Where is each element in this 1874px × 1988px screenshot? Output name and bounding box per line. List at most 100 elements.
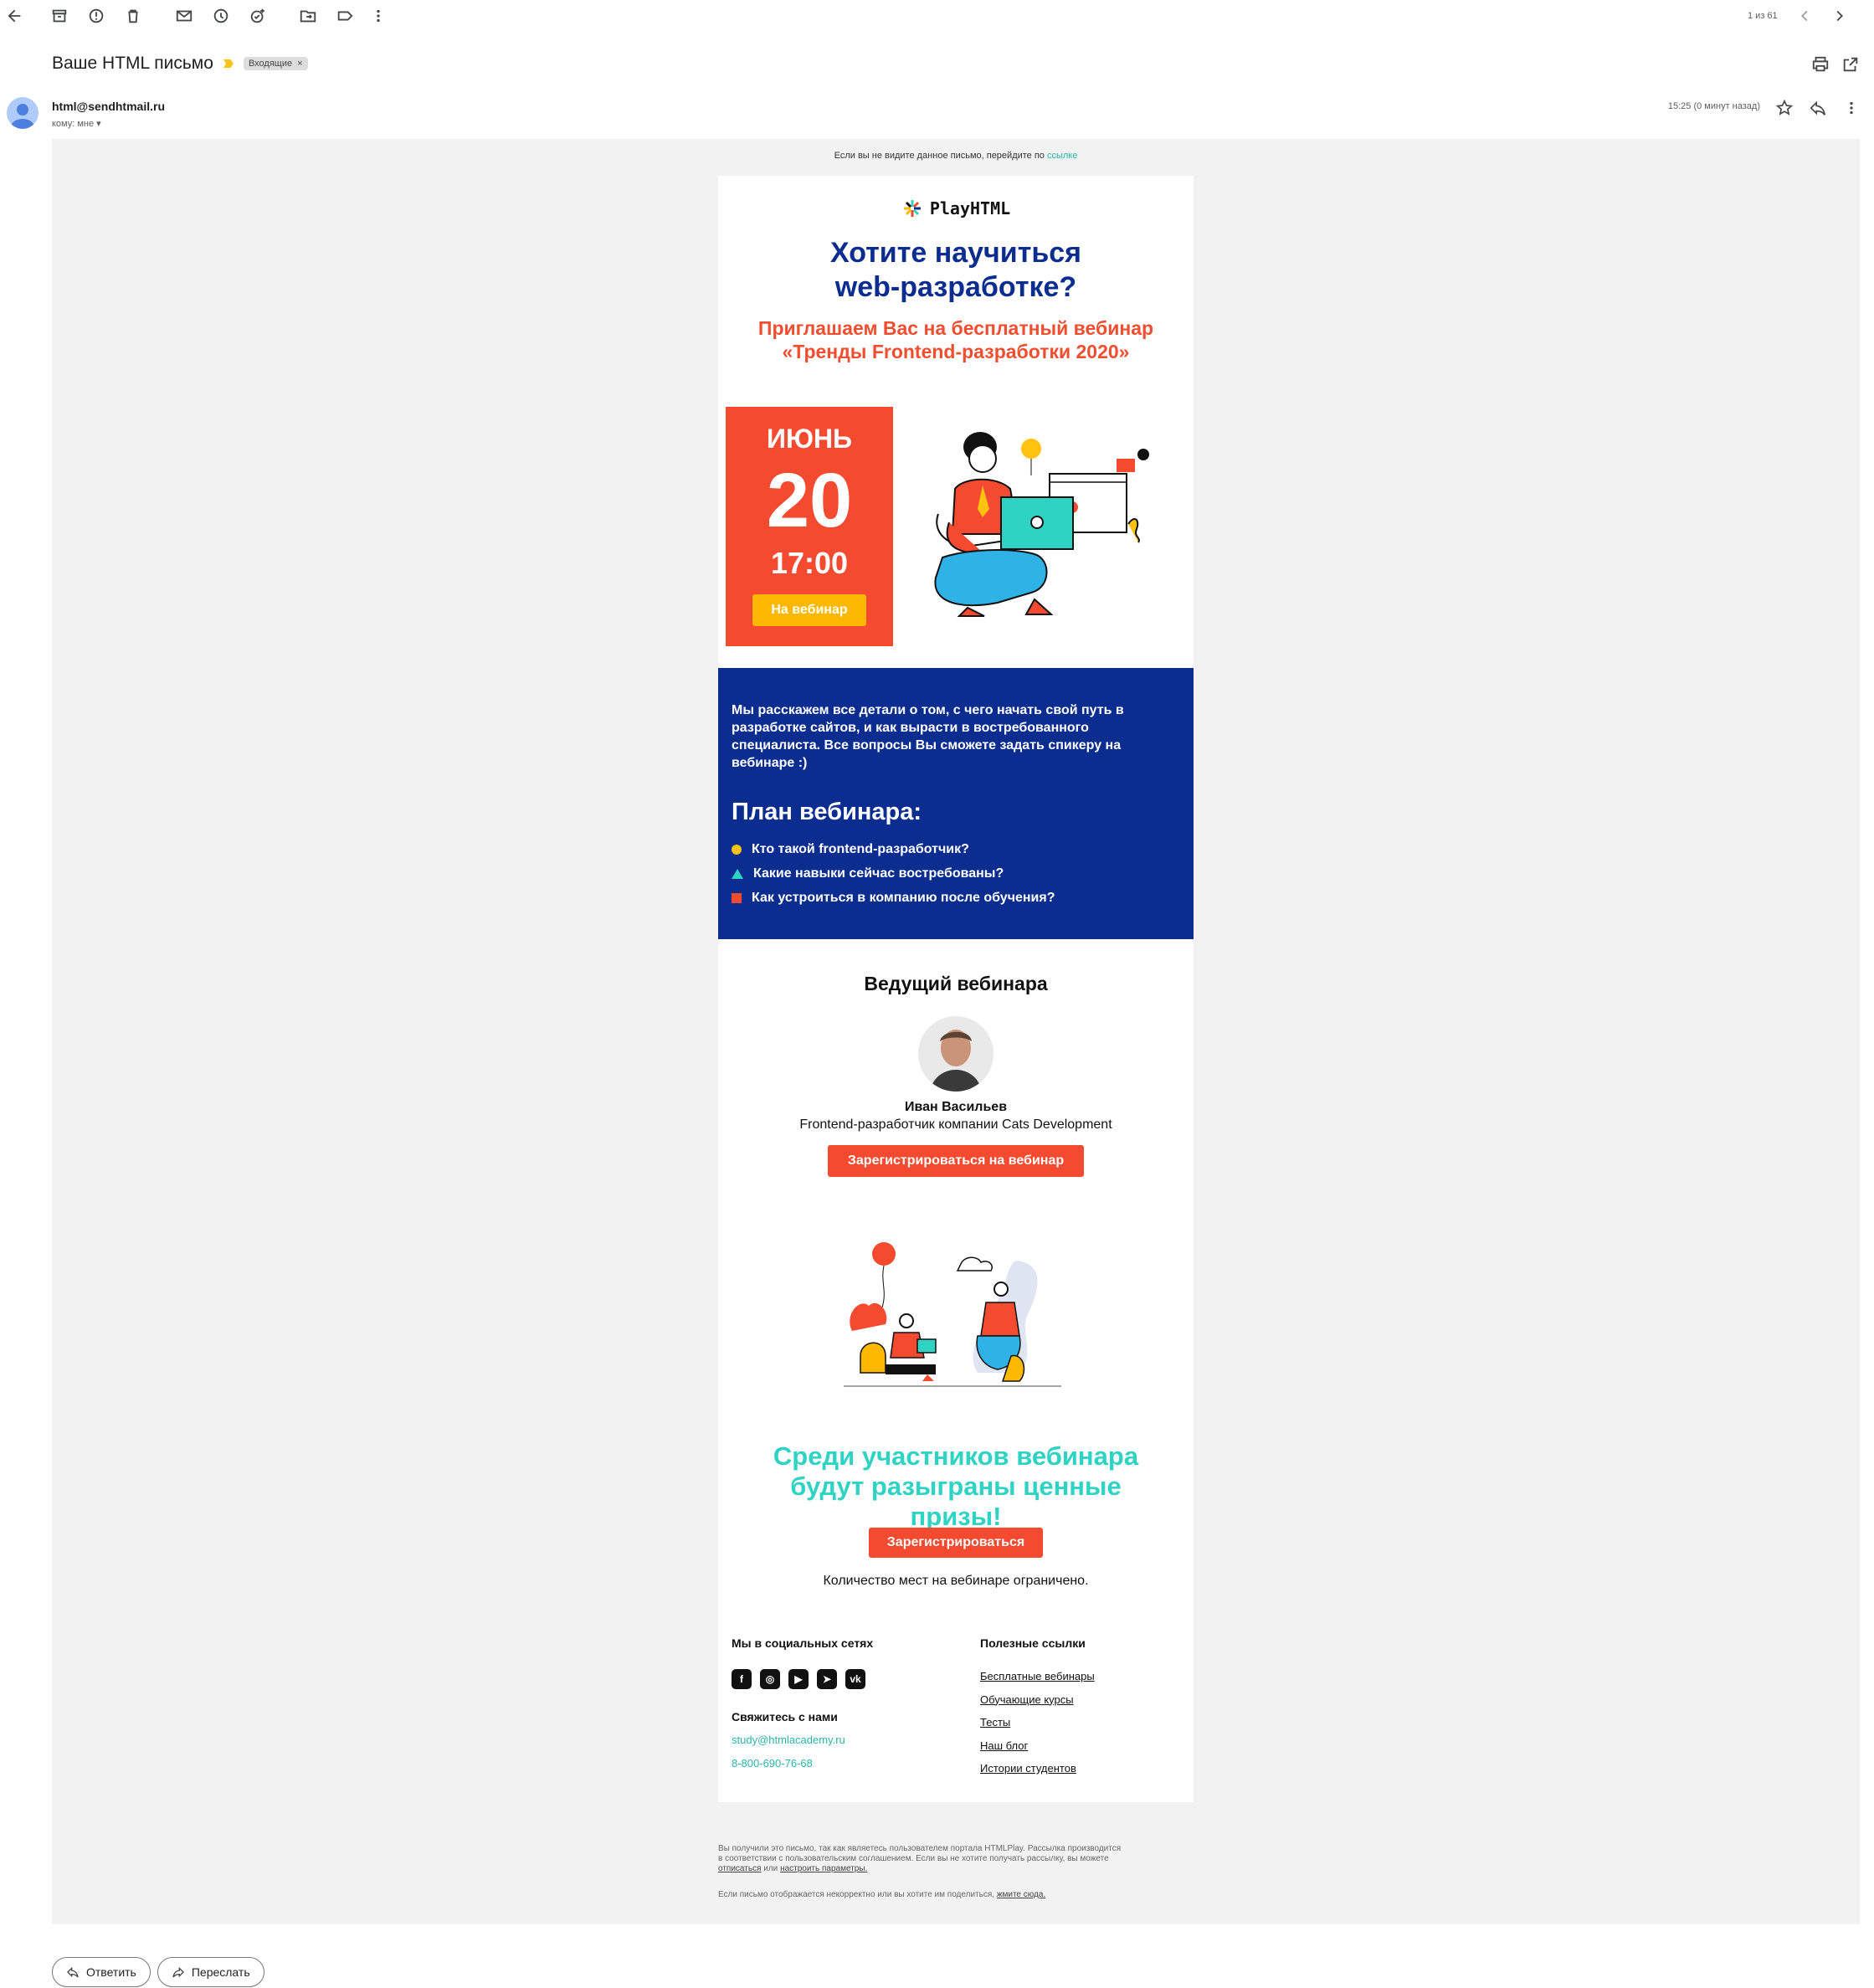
date-time: 17:00 xyxy=(770,546,849,580)
chevron-left-icon[interactable] xyxy=(1793,3,1818,28)
reply-label: Ответить xyxy=(86,1965,136,1979)
back-arrow-icon[interactable] xyxy=(2,3,27,28)
caret-down-icon[interactable]: ▾ xyxy=(96,119,101,129)
triangle-bullet-icon xyxy=(732,868,743,879)
prize-announcement: Среди участников вебинара будут разыгран… xyxy=(773,1441,1139,1531)
sender-avatar[interactable] xyxy=(7,97,39,129)
host-photo xyxy=(918,1016,993,1092)
plan-item-text: Какие навыки сейчас востребованы? xyxy=(753,866,1004,881)
remove-label-icon[interactable]: × xyxy=(297,59,302,69)
contact-email-link[interactable]: study@htmlacademy.ru xyxy=(732,1734,845,1746)
click-here-link[interactable]: жмите сюда. xyxy=(997,1890,1045,1899)
inbox-label-text: Входящие xyxy=(248,59,293,69)
square-bullet-icon xyxy=(732,892,742,903)
reply-button[interactable]: Ответить xyxy=(52,1957,151,1987)
register-webinar-button[interactable]: Зарегистрироваться на вебинар xyxy=(828,1145,1084,1177)
recipient-text: кому: мне xyxy=(52,119,95,129)
circle-bullet-icon xyxy=(732,844,742,855)
students-illustration xyxy=(844,1242,1061,1387)
link-tests[interactable]: Тесты xyxy=(980,1716,1095,1739)
to-webinar-button[interactable]: На вебинар xyxy=(752,594,866,626)
legal-notice: Вы получили это письмо, так как являетес… xyxy=(718,1844,1170,1874)
inbox-label-chip[interactable]: Входящие × xyxy=(243,57,308,70)
forward-arrow-icon xyxy=(172,1966,184,1978)
preheader-link[interactable]: ссылке xyxy=(1047,151,1077,161)
message-more-icon[interactable] xyxy=(1839,95,1864,121)
telegram-icon[interactable]: ➤ xyxy=(817,1669,837,1689)
intro-text: Мы расскажем все детали о том, с чего на… xyxy=(732,703,1124,770)
useful-links: Бесплатные вебинары Обучающие курсы Тест… xyxy=(980,1670,1095,1785)
snooze-icon[interactable] xyxy=(208,3,234,28)
report-spam-icon[interactable] xyxy=(84,3,109,28)
developer-illustration xyxy=(934,432,1149,617)
preheader: Если вы не видите данное письмо, перейди… xyxy=(52,151,1860,161)
sender-address[interactable]: html@sendhtmail.ru xyxy=(52,100,165,113)
forward-label: Переслать xyxy=(191,1965,250,1979)
list-item: Какие навыки сейчас востребованы? xyxy=(732,861,1055,886)
links-title: Полезные ссылки xyxy=(980,1636,1086,1650)
plan-list: Кто такой frontend-разработчик? Какие на… xyxy=(732,837,1055,910)
youtube-icon[interactable]: ▶ xyxy=(788,1669,809,1689)
email-subject: Ваше HTML письмо xyxy=(52,54,213,73)
preheader-text: Если вы не видите данное письмо, перейди… xyxy=(834,151,1045,161)
more-vert-icon[interactable] xyxy=(366,3,391,28)
host-role: Frontend-разработчик компании Cats Devel… xyxy=(799,1117,1112,1132)
pagination-text: 1 из 61 xyxy=(1748,11,1778,21)
legal-line-1: Вы получили это письмо, так как являетес… xyxy=(718,1844,1122,1853)
reply-actions: Ответить Переслать xyxy=(52,1957,264,1987)
reply-icon[interactable] xyxy=(1805,95,1830,121)
date-day: 20 xyxy=(766,458,853,543)
subheadline: Приглашаем Вас на бесплатный вебинар «Тр… xyxy=(757,317,1154,362)
legal-or: или xyxy=(763,1864,778,1873)
date-month: ИЮНЬ xyxy=(766,424,853,454)
link-courses[interactable]: Обучающие курсы xyxy=(980,1693,1095,1717)
legal-line-2: в соответствии с пользовательским соглаш… xyxy=(718,1854,1109,1863)
subject-row: Ваше HTML письмо Входящие × xyxy=(52,49,308,79)
delete-icon[interactable] xyxy=(121,3,146,28)
importance-marker-icon[interactable] xyxy=(223,59,234,68)
plan-item-text: Кто такой frontend-разработчик? xyxy=(752,841,969,856)
move-to-icon[interactable] xyxy=(295,3,321,28)
playhtml-logo-icon xyxy=(903,200,921,217)
mark-unread-icon[interactable] xyxy=(172,3,197,28)
reply-arrow-icon xyxy=(67,1966,79,1978)
newsletter-card: PlayHTML Хотите научиться web-разработке… xyxy=(718,176,1194,1802)
legal-notice-2: Если письмо отображается некорректно или… xyxy=(718,1890,1170,1900)
link-student-stories[interactable]: Истории студентов xyxy=(980,1762,1095,1785)
webinar-info-section: Мы расскажем все детали о том, с чего на… xyxy=(718,668,1194,939)
email-body: Если вы не видите данное письмо, перейди… xyxy=(52,139,1860,1924)
list-item: Как устроиться в компанию после обучения… xyxy=(732,886,1055,910)
contact-phone-link[interactable]: 8-800-690-76-68 xyxy=(732,1757,813,1770)
plan-title: План вебинара: xyxy=(732,799,922,825)
social-icons: f ◎ ▶ ➤ vk xyxy=(732,1669,865,1689)
limited-seats-note: Количество мест на вебинаре ограничено. xyxy=(823,1574,1089,1588)
label-icon[interactable] xyxy=(332,3,357,28)
link-blog[interactable]: Наш блог xyxy=(980,1739,1095,1763)
forward-button[interactable]: Переслать xyxy=(157,1957,264,1987)
host-name: Иван Васильев xyxy=(904,1100,1008,1114)
unsubscribe-link[interactable]: отписаться xyxy=(718,1864,761,1873)
archive-icon[interactable] xyxy=(47,3,72,28)
host-title: Ведущий вебинара xyxy=(864,973,1048,994)
settings-link[interactable]: настроить параметры. xyxy=(780,1864,867,1873)
logo-text: PlayHTML xyxy=(929,198,1011,218)
link-free-webinars[interactable]: Бесплатные вебинары xyxy=(980,1670,1095,1693)
chevron-right-icon[interactable] xyxy=(1826,3,1851,28)
headline: Хотите научиться web-разработке? xyxy=(829,237,1081,303)
social-title: Мы в социальных сетях xyxy=(732,1636,874,1650)
list-item: Кто такой frontend-разработчик? xyxy=(732,837,1055,861)
toolbar: 1 из 61 xyxy=(0,0,1874,33)
print-icon[interactable] xyxy=(1808,52,1833,77)
message-time: 15:25 (0 минут назад) xyxy=(1667,101,1760,111)
vk-icon[interactable]: vk xyxy=(845,1669,865,1689)
logo[interactable]: PlayHTML xyxy=(718,198,1194,219)
legal-share-text: Если письмо отображается некорректно или… xyxy=(718,1890,995,1899)
open-in-new-window-icon[interactable] xyxy=(1838,52,1863,77)
contact-title: Свяжитесь с нами xyxy=(732,1710,838,1723)
register-button[interactable]: Зарегистрироваться xyxy=(869,1528,1043,1558)
add-task-icon[interactable] xyxy=(245,3,270,28)
facebook-icon[interactable]: f xyxy=(732,1669,752,1689)
instagram-icon[interactable]: ◎ xyxy=(760,1669,780,1689)
star-icon[interactable] xyxy=(1772,95,1797,121)
recipient-details[interactable]: кому: мне ▾ xyxy=(52,118,101,129)
